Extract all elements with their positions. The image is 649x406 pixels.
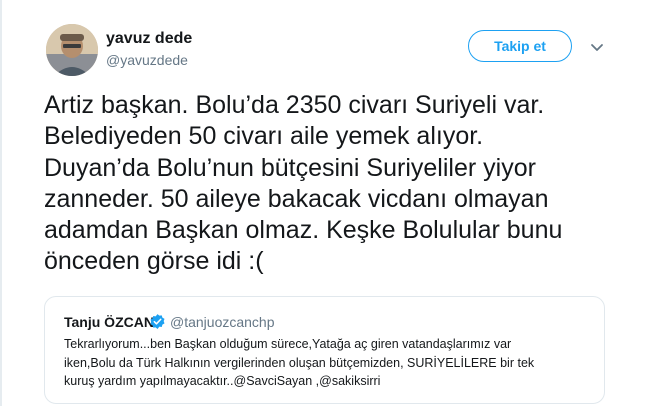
follow-button[interactable]: Takip et xyxy=(468,30,572,62)
verified-badge-icon xyxy=(149,313,166,330)
tweet-card: yavuz dede @yavuzdede Takip et Artiz baş… xyxy=(0,0,649,406)
avatar[interactable] xyxy=(46,24,98,76)
tweet-text: Artiz başkan. Bolu’da 2350 civarı Suriye… xyxy=(44,91,563,276)
quoted-tweet[interactable]: Tanju ÖZCAN @tanjuozcanchp Tekrarlıyorum… xyxy=(44,296,605,404)
quoted-tweet-text: Tekrarlıyorum...ben Başkan olduğum sürec… xyxy=(64,337,535,388)
quoted-author-name: Tanju ÖZCAN xyxy=(64,314,154,330)
author-name[interactable]: yavuz dede xyxy=(106,30,192,48)
divider xyxy=(0,0,2,406)
quoted-author-handle: @tanjuozcanchp xyxy=(170,314,275,330)
avatar-image xyxy=(46,24,98,76)
chevron-down-icon[interactable] xyxy=(588,38,606,56)
author-handle[interactable]: @yavuzdede xyxy=(106,52,188,68)
